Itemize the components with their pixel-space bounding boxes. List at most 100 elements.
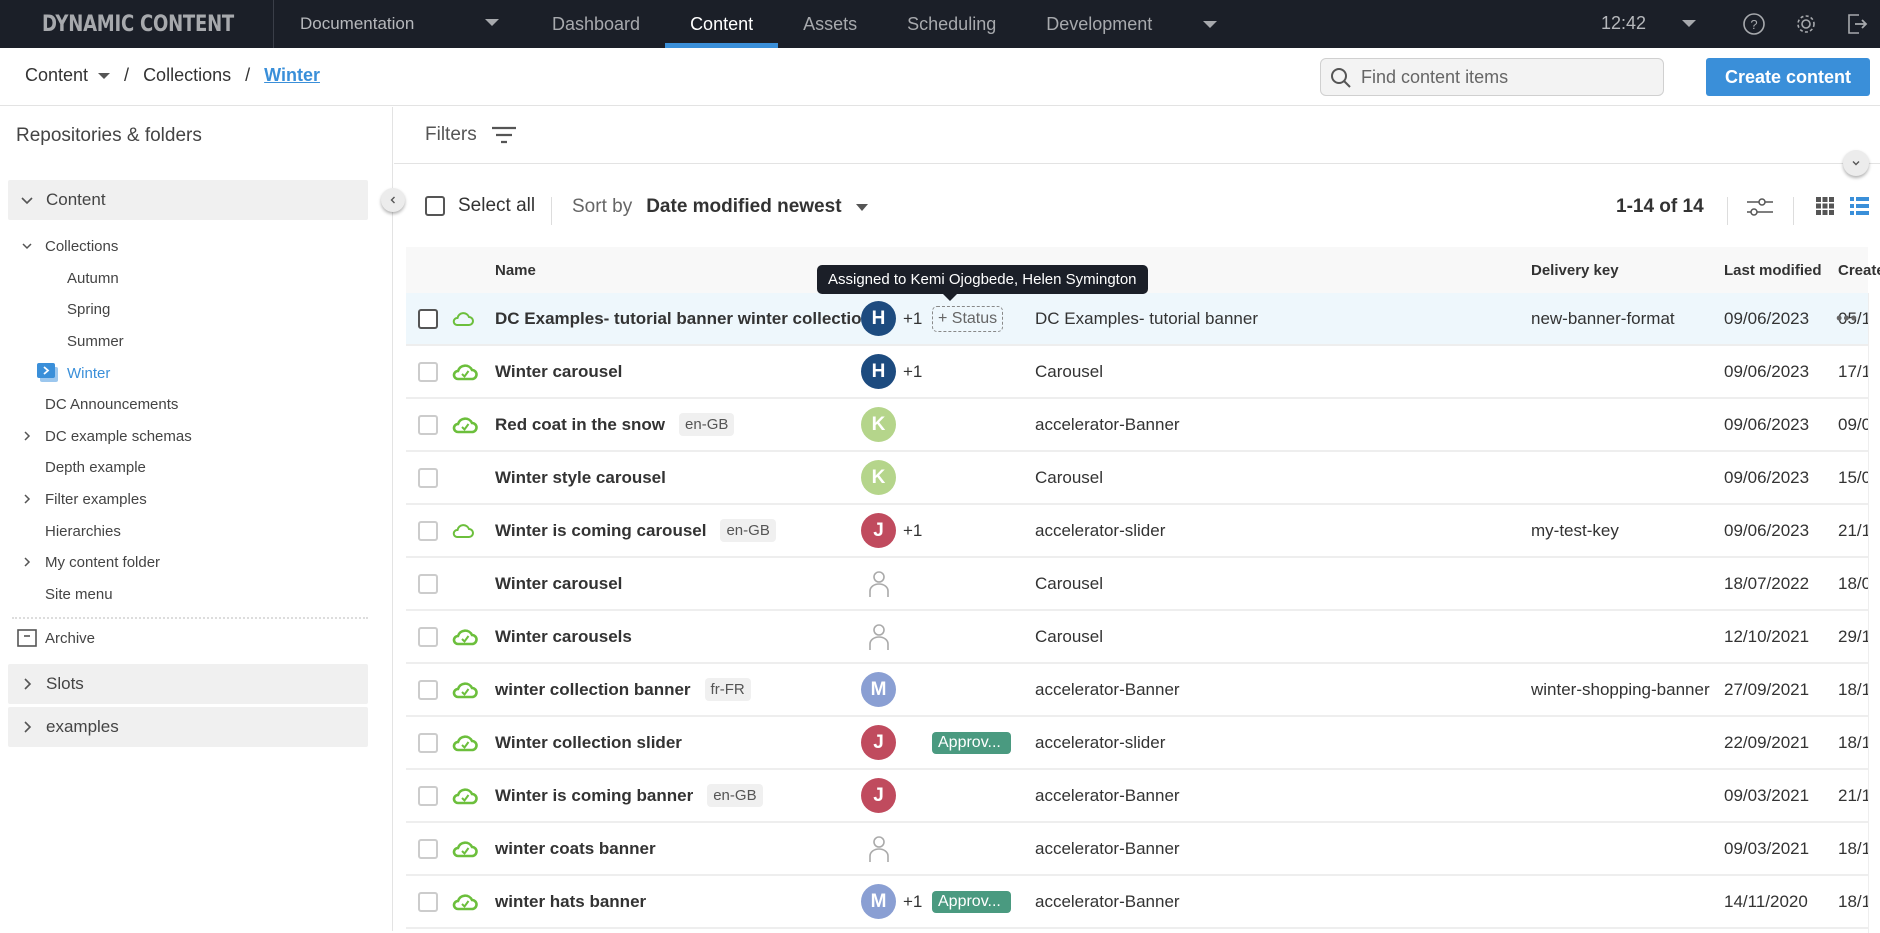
table-row[interactable]: Winter collection slider J Approv... acc… [406,717,1880,770]
assignee[interactable] [867,611,891,662]
folder-depth-example[interactable]: Depth example [45,454,146,480]
status-badge[interactable]: Approv... [932,890,1011,913]
header-created[interactable]: Created [1838,262,1880,279]
row-checkbox[interactable] [418,626,438,647]
breadcrumb-root[interactable]: Content [25,65,88,86]
table-row[interactable]: winter hats banner M +1 Approv... acceler… [406,876,1880,929]
search-input[interactable] [1361,66,1651,88]
chevron-right-icon[interactable] [20,492,34,506]
content-name[interactable]: Winter is coming banner [495,786,693,806]
status-cell[interactable]: Approv... [932,717,1011,768]
breadcrumb-dropdown-icon[interactable] [98,72,111,79]
header-delivery-key[interactable]: Delivery key [1531,262,1619,279]
clock-dropdown-icon[interactable] [1682,20,1696,27]
tab-scheduling[interactable]: Scheduling [882,0,1021,48]
select-all[interactable]: Select all [425,195,535,217]
assignee[interactable]: J [861,770,896,821]
table-row[interactable]: winter coats banner accelerator-Banner 0… [406,823,1880,876]
row-checkbox[interactable] [418,361,438,382]
tab-dashboard[interactable]: Dashboard [527,0,665,48]
archive-link[interactable]: Archive [17,625,95,651]
extra-assignees-count[interactable]: +1 [903,309,922,329]
create-content-button[interactable]: Create content [1706,58,1870,96]
content-name[interactable]: Red coat in the snow [495,415,665,435]
extra-assignees-count[interactable]: +1 [903,892,922,912]
list-view-icon[interactable] [1849,196,1869,216]
chevron-right-icon[interactable] [20,429,34,443]
table-row[interactable]: Winter carousel Carousel 18/07/2022 18/0… [406,558,1880,611]
tab-content[interactable]: Content [665,0,779,48]
avatar[interactable]: M [861,884,896,919]
table-row[interactable]: DC Examples- tutorial banner winter coll… [406,293,1880,346]
row-checkbox[interactable] [418,308,438,329]
assignee[interactable]: M +1 [861,876,922,927]
folder-dc-example-schemas[interactable]: DC example schemas [24,423,192,449]
clock[interactable]: 12:42 [1601,13,1646,34]
avatar[interactable]: M [861,672,896,707]
collapse-sidebar-button[interactable] [381,188,405,212]
add-status-button[interactable]: + Status [932,305,1004,332]
avatar[interactable]: K [861,407,896,442]
help-circle-icon[interactable]: ? [1741,11,1767,37]
content-name[interactable]: Winter collection slider [495,733,682,753]
breadcrumb-collections[interactable]: Collections [143,65,231,86]
content-name[interactable]: winter coats banner [495,839,656,859]
header-last-modified[interactable]: Last modified [1724,262,1822,279]
assignee[interactable]: M [861,664,896,715]
assignee[interactable]: J [861,717,896,768]
tab-assets[interactable]: Assets [778,0,882,48]
assignee[interactable] [867,558,891,609]
content-name[interactable]: DC Examples- tutorial banner winter coll… [495,309,872,329]
chevron-down-icon[interactable] [20,239,34,253]
gear-icon[interactable] [1793,11,1819,37]
chevron-right-icon[interactable] [20,555,34,569]
more-options-icon[interactable]: ••• [1836,308,1858,329]
table-row[interactable]: winter collection banner fr-FR M accelera… [406,664,1880,717]
assignee[interactable]: K [861,399,896,450]
folder-filter-examples[interactable]: Filter examples [24,486,147,512]
content-name[interactable]: Winter is coming carousel [495,521,706,541]
folder-site-menu[interactable]: Site menu [45,581,113,607]
content-name[interactable]: winter hats banner [495,892,646,912]
row-checkbox[interactable] [418,573,438,594]
content-name[interactable]: Winter carousel [495,362,622,382]
filters-bar[interactable]: Filters [394,107,1880,164]
table-row[interactable]: Winter style carousel K Carousel 09/06/2… [406,452,1880,505]
folder-collections[interactable]: Collections [22,233,118,259]
row-checkbox[interactable] [418,520,438,541]
folder-autumn[interactable]: Autumn [67,265,119,291]
table-row[interactable]: Winter is coming carousel en-GB J +1 accel… [406,505,1880,558]
content-name[interactable]: Winter carousels [495,627,632,647]
filter-icon[interactable] [491,125,517,145]
row-checkbox[interactable] [418,891,438,912]
assignee[interactable]: K [861,452,896,503]
content-name[interactable]: winter collection banner [495,680,691,700]
assignee[interactable]: J +1 [861,505,922,556]
header-name[interactable]: Name [495,262,536,279]
row-checkbox[interactable] [418,838,438,859]
assignee[interactable]: H +1 [861,293,922,344]
row-checkbox[interactable] [418,679,438,700]
extra-assignees-count[interactable]: +1 [903,521,922,541]
logout-icon[interactable] [1844,11,1870,37]
avatar[interactable]: K [861,460,896,495]
avatar[interactable]: H [861,301,896,336]
table-row[interactable]: Winter carousels Carousel 12/10/2021 29/… [406,611,1880,664]
tab-development[interactable]: Development [1021,0,1177,48]
avatar[interactable]: H [861,354,896,389]
select-all-checkbox[interactable] [425,196,445,216]
scrollbar[interactable] [1868,293,1880,933]
row-actions[interactable]: ••• [1836,293,1858,344]
sort-dropdown[interactable]: Sort by Date modified newest [572,196,868,218]
folder-my-content-folder[interactable]: My content folder [24,549,160,575]
status-cell[interactable]: Approv... [932,876,1011,927]
repo-examples[interactable]: examples [8,707,368,747]
grid-view-icon[interactable] [1815,196,1835,216]
row-checkbox[interactable] [418,732,438,753]
more-tabs-button[interactable] [1203,0,1218,48]
column-settings-icon[interactable] [1746,193,1774,221]
content-name[interactable]: Winter style carousel [495,468,666,488]
repo-content[interactable]: Content [8,180,368,220]
avatar[interactable]: J [861,778,896,813]
row-checkbox[interactable] [418,467,438,488]
